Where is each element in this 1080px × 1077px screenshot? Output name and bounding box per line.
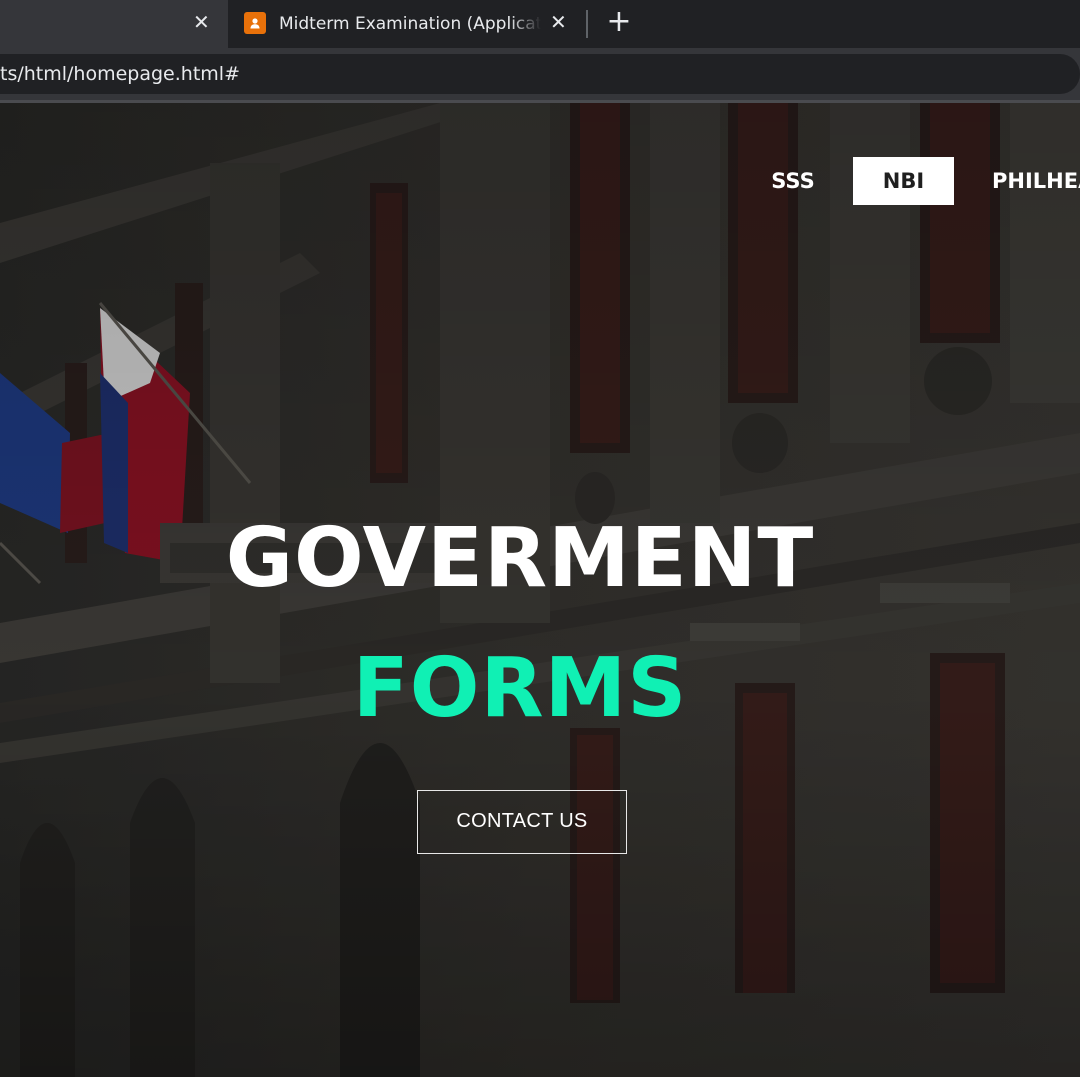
nav-link-nbi[interactable]: NBI [853, 157, 954, 205]
tab-previous[interactable]: ✕ [0, 0, 228, 48]
close-icon[interactable]: ✕ [550, 12, 567, 32]
hero-subtitle: FORMS [352, 641, 688, 736]
tab-title: Midterm Examination (Application [279, 14, 541, 34]
google-classroom-icon [244, 12, 266, 34]
browser-window: ✕ Midterm Examination (Application ✕ + t… [0, 0, 1080, 1077]
browser-toolbar: ts/html/homepage.html# [0, 48, 1080, 100]
address-bar[interactable]: ts/html/homepage.html# [0, 54, 1080, 94]
tab-separator [586, 10, 588, 38]
page-viewport: SSS NBI PHILHEA GOVERMENT FORMS CONTACT … [0, 103, 1080, 1077]
nav-link-sss[interactable]: SSS [760, 157, 826, 205]
close-icon[interactable]: ✕ [193, 12, 210, 32]
nav-link-philhealth[interactable]: PHILHEA [980, 157, 1080, 205]
plus-icon[interactable]: + [604, 7, 634, 38]
site-nav: SSS NBI PHILHEA [0, 157, 1080, 205]
address-bar-url[interactable]: ts/html/homepage.html# [0, 62, 240, 86]
contact-us-button[interactable]: CONTACT US [417, 790, 627, 854]
tab-strip: ✕ Midterm Examination (Application ✕ + [0, 0, 1080, 48]
hero-title: GOVERMENT [225, 511, 815, 606]
tab-midterm-examination[interactable]: Midterm Examination (Application ✕ [228, 0, 586, 48]
